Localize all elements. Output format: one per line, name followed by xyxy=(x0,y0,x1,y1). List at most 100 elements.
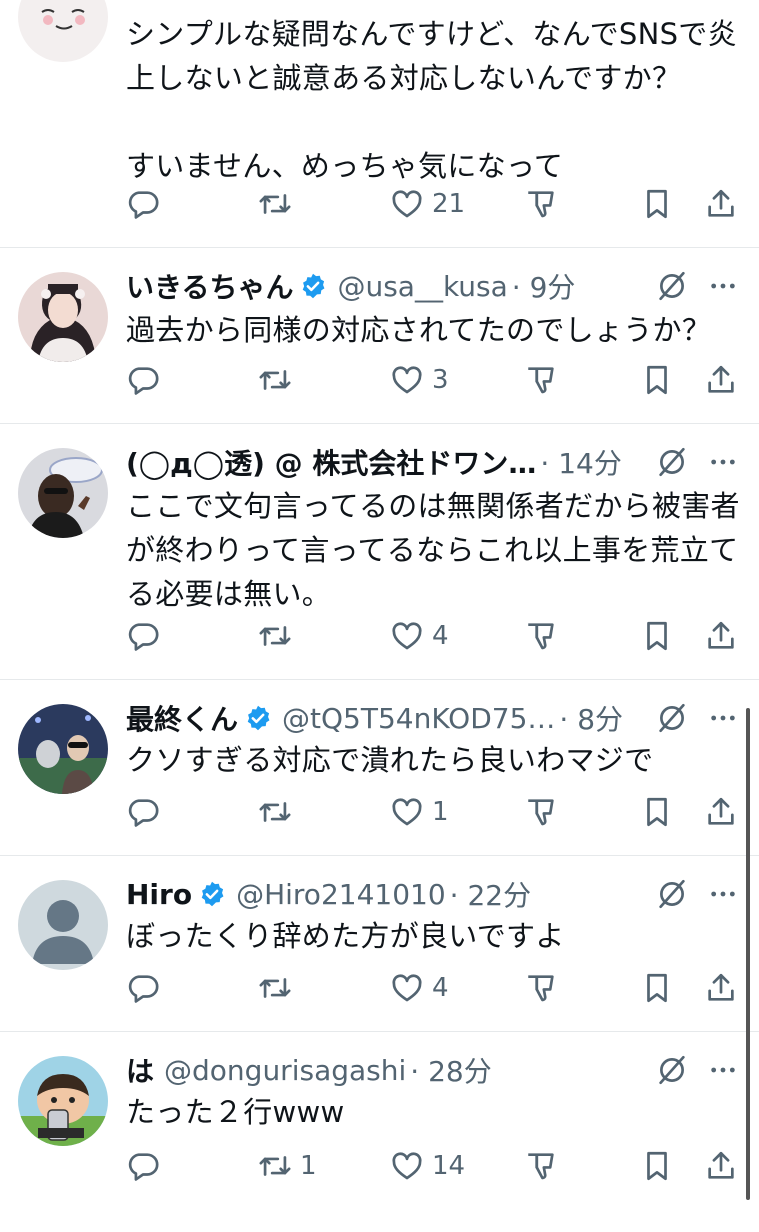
retweet-button[interactable] xyxy=(258,614,300,658)
heart-icon xyxy=(390,619,424,653)
verified-badge-icon xyxy=(198,880,226,908)
bookmark-button[interactable] xyxy=(640,614,674,658)
verified-badge-icon xyxy=(244,704,272,732)
retweet-button[interactable] xyxy=(258,966,300,1010)
like-button[interactable]: 4 xyxy=(390,614,449,658)
heart-icon xyxy=(390,1149,424,1183)
retweet-button[interactable] xyxy=(258,358,300,402)
retweet-icon xyxy=(258,971,292,1005)
retweet-icon xyxy=(258,187,292,221)
timestamp[interactable]: · 28分 xyxy=(410,1050,491,1090)
retweet-button[interactable]: 1 xyxy=(258,1144,317,1188)
reply-button[interactable] xyxy=(126,182,168,226)
share-button[interactable] xyxy=(704,966,738,1010)
display-name[interactable]: Hiro xyxy=(126,878,192,911)
reply-icon xyxy=(126,363,160,397)
bookmark-button[interactable] xyxy=(640,966,674,1010)
verified-badge-icon xyxy=(299,272,327,300)
share-icon xyxy=(704,795,738,829)
more-options-icon[interactable] xyxy=(707,270,739,302)
avatar[interactable] xyxy=(18,1056,108,1146)
tweet-actions: 1 xyxy=(126,790,739,834)
retweet-button[interactable] xyxy=(258,790,300,834)
dislike-button[interactable] xyxy=(524,358,558,402)
tweet-2[interactable]: (◯д◯透) @ 株式会社ドワン… · 14分 ここで文句言ってるのは無関係者だ… xyxy=(0,424,759,680)
reply-button[interactable] xyxy=(126,358,168,402)
tweet-0[interactable]: シンプルな疑問なんですけど、なんでSNSで炎上しないと誠意ある対応しないんですか… xyxy=(0,0,759,248)
tweet-text: シンプルな疑問なんですけど、なんでSNSで炎上しないと誠意ある対応しないんですか… xyxy=(126,17,737,183)
grok-icon[interactable] xyxy=(655,877,689,911)
retweet-button[interactable] xyxy=(258,182,300,226)
user-handle[interactable]: @dongurisagashi xyxy=(164,1054,406,1087)
retweet-icon xyxy=(258,363,292,397)
tweet-actions: 3 xyxy=(126,358,739,402)
like-button[interactable]: 21 xyxy=(390,182,465,226)
avatar[interactable] xyxy=(18,880,108,970)
heart-icon xyxy=(390,971,424,1005)
grok-icon[interactable] xyxy=(655,701,689,735)
share-icon xyxy=(704,187,738,221)
heart-icon xyxy=(390,187,424,221)
like-button[interactable]: 14 xyxy=(390,1144,465,1188)
avatar[interactable] xyxy=(18,272,108,362)
dislike-button[interactable] xyxy=(524,966,558,1010)
timestamp[interactable]: · 9分 xyxy=(512,266,576,306)
avatar[interactable] xyxy=(18,704,108,794)
dislike-button[interactable] xyxy=(524,182,558,226)
user-handle[interactable]: @Hiro2141010 xyxy=(236,878,446,911)
tweet-header: Hiro @Hiro2141010 · 22分 xyxy=(126,874,739,914)
bookmark-button[interactable] xyxy=(640,1144,674,1188)
timestamp[interactable]: · 22分 xyxy=(450,874,531,914)
tweet-text: たった２行www xyxy=(126,1095,345,1129)
dislike-button[interactable] xyxy=(524,1144,558,1188)
like-button[interactable]: 1 xyxy=(390,790,449,834)
user-handle[interactable]: @usa__kusa xyxy=(337,270,507,303)
bookmark-button[interactable] xyxy=(640,182,674,226)
user-handle[interactable]: @tQ5T54nKOD75… xyxy=(282,702,555,735)
like-button[interactable]: 3 xyxy=(390,358,449,402)
dislike-icon xyxy=(524,187,558,221)
more-options-icon[interactable] xyxy=(707,1054,739,1086)
bookmark-icon xyxy=(640,1149,674,1183)
share-button[interactable] xyxy=(704,790,738,834)
dislike-button[interactable] xyxy=(524,790,558,834)
more-options-icon[interactable] xyxy=(707,446,739,478)
grok-icon[interactable] xyxy=(655,445,689,479)
share-button[interactable] xyxy=(704,182,738,226)
timestamp[interactable]: · 8分 xyxy=(559,698,623,738)
dislike-button[interactable] xyxy=(524,614,558,658)
reply-button[interactable] xyxy=(126,966,168,1010)
tweet-header: いきるちゃん @usa__kusa · 9分 xyxy=(126,266,739,306)
grok-icon[interactable] xyxy=(655,269,689,303)
more-options-icon[interactable] xyxy=(707,878,739,910)
reply-button[interactable] xyxy=(126,1144,168,1188)
display-name[interactable]: は xyxy=(126,1050,154,1090)
like-button[interactable]: 4 xyxy=(390,966,449,1010)
display-name[interactable]: (◯д◯透) @ 株式会社ドワン… xyxy=(126,442,536,482)
share-button[interactable] xyxy=(704,614,738,658)
share-button[interactable] xyxy=(704,1144,738,1188)
bookmark-button[interactable] xyxy=(640,790,674,834)
dislike-icon xyxy=(524,795,558,829)
more-options-icon[interactable] xyxy=(707,702,739,734)
share-icon xyxy=(704,971,738,1005)
grok-icon[interactable] xyxy=(655,1053,689,1087)
display-name[interactable]: いきるちゃん xyxy=(126,266,293,306)
share-button[interactable] xyxy=(704,358,738,402)
display-name[interactable]: 最終くん xyxy=(126,698,238,738)
avatar[interactable] xyxy=(18,448,108,538)
tweet-1[interactable]: いきるちゃん @usa__kusa · 9分 過去から同様の対応されてたのでしょ… xyxy=(0,248,759,424)
scrollbar[interactable] xyxy=(746,708,750,1200)
reply-button[interactable] xyxy=(126,790,168,834)
tweet-text: 過去から同様の対応されてたのでしょうか？ xyxy=(126,313,712,347)
reply-button[interactable] xyxy=(126,614,168,658)
tweet-5[interactable]: は @dongurisagashi · 28分 たった２行www 1 14 xyxy=(0,1032,759,1232)
timestamp[interactable]: · 14分 xyxy=(540,442,621,482)
bookmark-icon xyxy=(640,795,674,829)
reply-icon xyxy=(126,1149,160,1183)
bookmark-button[interactable] xyxy=(640,358,674,402)
tweet-3[interactable]: 最終くん @tQ5T54nKOD75… · 8分 クソすぎる対応で潰れたら良いわ… xyxy=(0,680,759,856)
tweet-header: (◯д◯透) @ 株式会社ドワン… · 14分 xyxy=(126,442,739,482)
avatar[interactable] xyxy=(18,0,108,62)
tweet-4[interactable]: Hiro @Hiro2141010 · 22分 ぼったくり辞めた方が良いですよ … xyxy=(0,856,759,1032)
